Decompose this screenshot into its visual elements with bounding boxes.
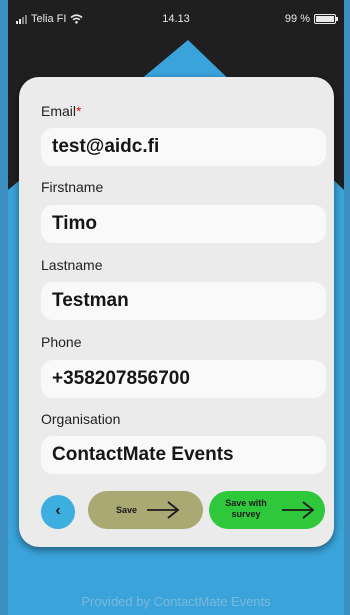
organisation-field[interactable]: ContactMate Events [41, 436, 326, 474]
footer-credit: Provided by ContactMate Events [81, 594, 271, 609]
save-button[interactable]: Save [88, 491, 203, 529]
email-label: Email* [41, 103, 82, 119]
email-field[interactable]: test@aidc.fi [41, 128, 326, 166]
status-bar: Telia FI 14.13 99 % [8, 10, 344, 30]
firstname-field[interactable]: Timo [41, 205, 326, 243]
battery-percent: 99 % [284, 13, 310, 25]
lastname-label: Lastname [41, 257, 103, 273]
save-with-survey-line1: Save with [225, 498, 267, 508]
contact-form-card: Email* test@aidc.fi Firstname Timo Lastn… [19, 77, 334, 547]
status-right: 99 % [284, 13, 338, 25]
phone-screen: Telia FI 14.13 99 % Email* test@aidc.fi … [8, 0, 344, 615]
back-button[interactable]: ‹ [41, 495, 75, 529]
phone-value: +358207856700 [52, 368, 190, 389]
chevron-left-icon: ‹ [55, 502, 61, 519]
organisation-value: ContactMate Events [52, 444, 234, 465]
lastname-field[interactable]: Testman [41, 282, 326, 320]
save-label: Save [116, 505, 138, 515]
device-frame-right [344, 0, 350, 615]
arrow-right-icon [282, 501, 315, 519]
arrow-right-icon [147, 501, 180, 519]
firstname-label: Firstname [41, 179, 104, 195]
device-frame-left [0, 0, 8, 615]
battery-icon [314, 14, 338, 24]
phone-field[interactable]: +358207856700 [41, 360, 326, 398]
firstname-value: Timo [52, 213, 98, 234]
lastname-value: Testman [52, 290, 129, 311]
save-with-survey-button[interactable]: Save with survey [209, 491, 325, 529]
organisation-label: Organisation [41, 411, 121, 427]
email-value: test@aidc.fi [52, 136, 160, 157]
required-mark: * [76, 103, 82, 119]
save-with-survey-label: Save with survey [223, 498, 269, 520]
phone-label: Phone [41, 334, 82, 350]
save-with-survey-line2: survey [231, 509, 261, 519]
